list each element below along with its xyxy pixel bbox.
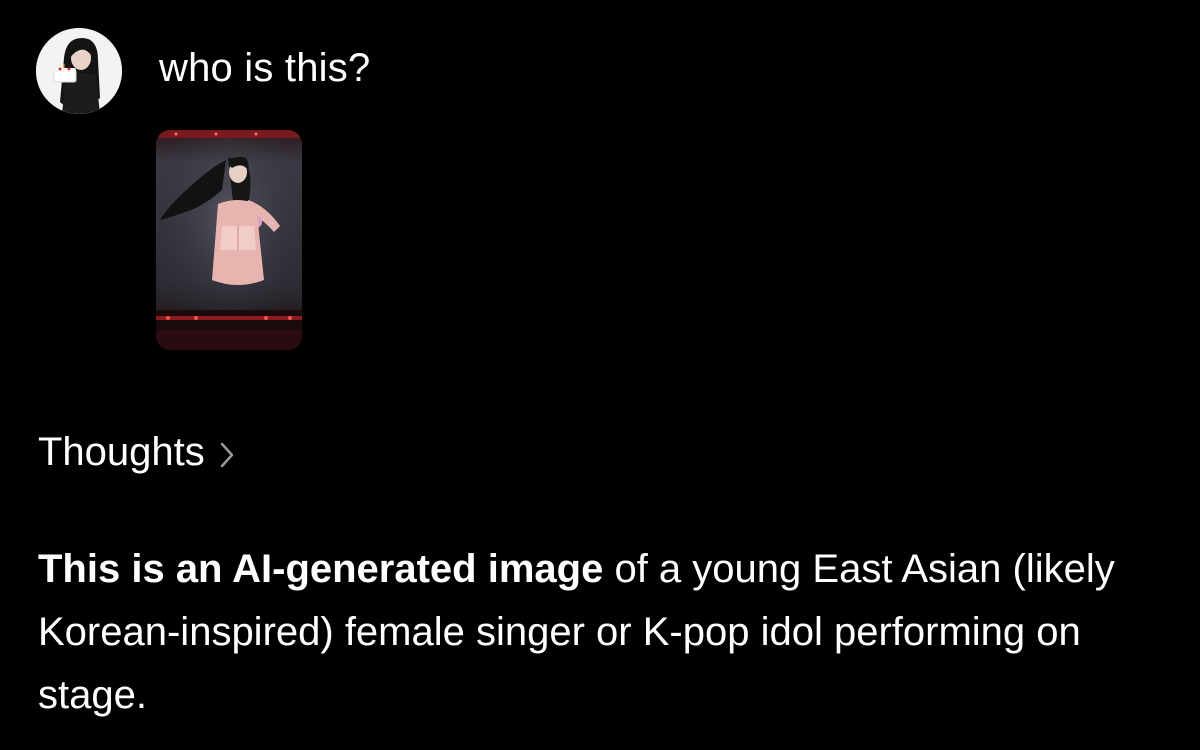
response-bold-text: This is an AI-generated image (38, 547, 604, 591)
thoughts-toggle[interactable]: Thoughts (38, 430, 235, 475)
assistant-response: This is an AI-generated image of a young… (38, 538, 1168, 727)
thoughts-label: Thoughts (38, 430, 205, 474)
user-message-row: who is this? (36, 28, 370, 114)
attached-image[interactable] (156, 130, 302, 350)
user-avatar[interactable] (36, 28, 122, 114)
avatar-image (36, 28, 122, 114)
chat-page: who is this? Thoughts This is an AI-gene… (0, 0, 1200, 750)
chevron-right-icon (219, 441, 235, 469)
user-message-text: who is this? (159, 45, 371, 90)
photo-thumbnail (156, 130, 302, 350)
